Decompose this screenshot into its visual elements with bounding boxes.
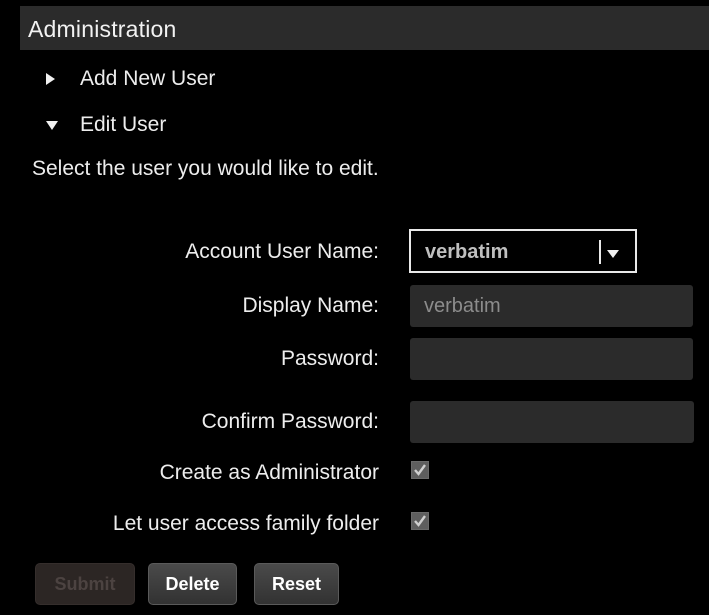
checkmark-icon [414, 464, 426, 476]
edit-instructions: Select the user you would like to edit. [32, 157, 379, 180]
display-name-input[interactable] [410, 285, 693, 327]
confirm-password-input[interactable] [410, 401, 694, 443]
account-user-name-value: verbatim [425, 241, 509, 263]
triangle-right-icon [46, 73, 68, 85]
confirm-password-label: Confirm Password: [201, 410, 379, 433]
create-admin-label: Create as Administrator [159, 461, 379, 484]
select-divider [599, 240, 601, 264]
edit-user-toggle[interactable]: Edit User [46, 110, 166, 140]
admin-header: Administration [20, 6, 709, 50]
dropdown-arrow-icon[interactable] [607, 245, 619, 263]
display-name-label: Display Name: [242, 294, 379, 317]
create-admin-checkbox[interactable] [411, 461, 429, 479]
submit-button[interactable]: Submit [35, 563, 135, 605]
triangle-down-icon [46, 120, 68, 130]
delete-button[interactable]: Delete [148, 563, 237, 605]
account-user-name-select[interactable]: verbatim [409, 229, 637, 273]
password-label: Password: [280, 347, 379, 370]
add-new-user-label: Add New User [80, 67, 216, 90]
password-input[interactable] [410, 338, 693, 380]
checkmark-icon [414, 515, 426, 527]
add-new-user-toggle[interactable]: Add New User [46, 64, 215, 94]
account-user-name-label: Account User Name: [185, 240, 379, 263]
family-folder-label: Let user access family folder [112, 512, 379, 535]
reset-button[interactable]: Reset [254, 563, 339, 605]
edit-user-label: Edit User [80, 113, 167, 136]
page-title: Administration [28, 16, 177, 42]
family-folder-checkbox[interactable] [411, 512, 429, 530]
